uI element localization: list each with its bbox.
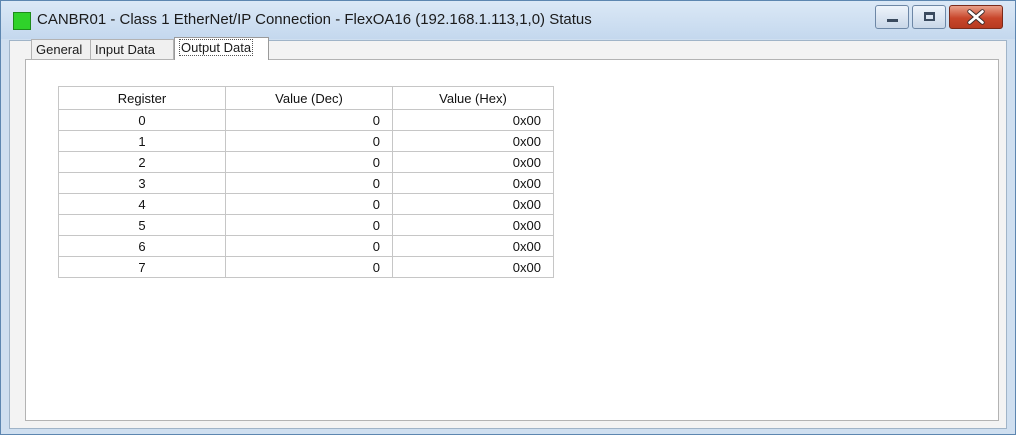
value-hex-cell: 0x00 xyxy=(392,235,554,257)
maximize-icon xyxy=(924,12,935,21)
register-cell: 5 xyxy=(58,214,226,236)
output-data-table: Register Value (Dec) Value (Hex) 0 0 0x0… xyxy=(58,86,554,278)
title-bar[interactable]: CANBR01 - Class 1 EtherNet/IP Connection… xyxy=(1,1,1015,39)
status-window: CANBR01 - Class 1 EtherNet/IP Connection… xyxy=(0,0,1016,435)
value-dec-cell: 0 xyxy=(225,214,393,236)
value-dec-cell: 0 xyxy=(225,193,393,215)
tab-general[interactable]: General xyxy=(31,39,91,59)
tab-output-data-label: Output Data xyxy=(179,39,254,56)
column-header-value-dec[interactable]: Value (Dec) xyxy=(225,86,393,110)
tab-output-data[interactable]: Output Data xyxy=(174,37,269,60)
window-title: CANBR01 - Class 1 EtherNet/IP Connection… xyxy=(37,11,592,28)
value-dec-cell: 0 xyxy=(225,172,393,194)
value-hex-cell: 0x00 xyxy=(392,193,554,215)
register-cell: 2 xyxy=(58,151,226,173)
table-row[interactable]: 0 0 0x00 xyxy=(58,109,554,131)
minimize-icon xyxy=(887,19,898,22)
register-cell: 7 xyxy=(58,256,226,278)
table-row[interactable]: 4 0 0x00 xyxy=(58,193,554,215)
register-cell: 3 xyxy=(58,172,226,194)
table-row[interactable]: 2 0 0x00 xyxy=(58,151,554,173)
register-cell: 1 xyxy=(58,130,226,152)
maximize-button[interactable] xyxy=(912,5,946,29)
value-hex-cell: 0x00 xyxy=(392,172,554,194)
value-hex-cell: 0x00 xyxy=(392,256,554,278)
value-hex-cell: 0x00 xyxy=(392,109,554,131)
table-row[interactable]: 6 0 0x00 xyxy=(58,235,554,257)
column-header-register[interactable]: Register xyxy=(58,86,226,110)
register-cell: 6 xyxy=(58,235,226,257)
close-button[interactable] xyxy=(949,5,1003,29)
value-dec-cell: 0 xyxy=(225,130,393,152)
table-row[interactable]: 1 0 0x00 xyxy=(58,130,554,152)
register-cell: 4 xyxy=(58,193,226,215)
register-cell: 0 xyxy=(58,109,226,131)
value-dec-cell: 0 xyxy=(225,109,393,131)
column-header-value-hex[interactable]: Value (Hex) xyxy=(392,86,554,110)
table-header-row: Register Value (Dec) Value (Hex) xyxy=(58,86,554,110)
value-hex-cell: 0x00 xyxy=(392,214,554,236)
table-row[interactable]: 3 0 0x00 xyxy=(58,172,554,194)
value-dec-cell: 0 xyxy=(225,235,393,257)
minimize-button[interactable] xyxy=(875,5,909,29)
value-dec-cell: 0 xyxy=(225,151,393,173)
value-dec-cell: 0 xyxy=(225,256,393,278)
connection-status-icon xyxy=(13,12,31,30)
output-data-panel: Register Value (Dec) Value (Hex) 0 0 0x0… xyxy=(25,59,999,421)
table-row[interactable]: 7 0 0x00 xyxy=(58,256,554,278)
value-hex-cell: 0x00 xyxy=(392,151,554,173)
close-icon xyxy=(967,9,985,25)
value-hex-cell: 0x00 xyxy=(392,130,554,152)
tab-input-data[interactable]: Input Data xyxy=(90,39,174,59)
table-row[interactable]: 5 0 0x00 xyxy=(58,214,554,236)
